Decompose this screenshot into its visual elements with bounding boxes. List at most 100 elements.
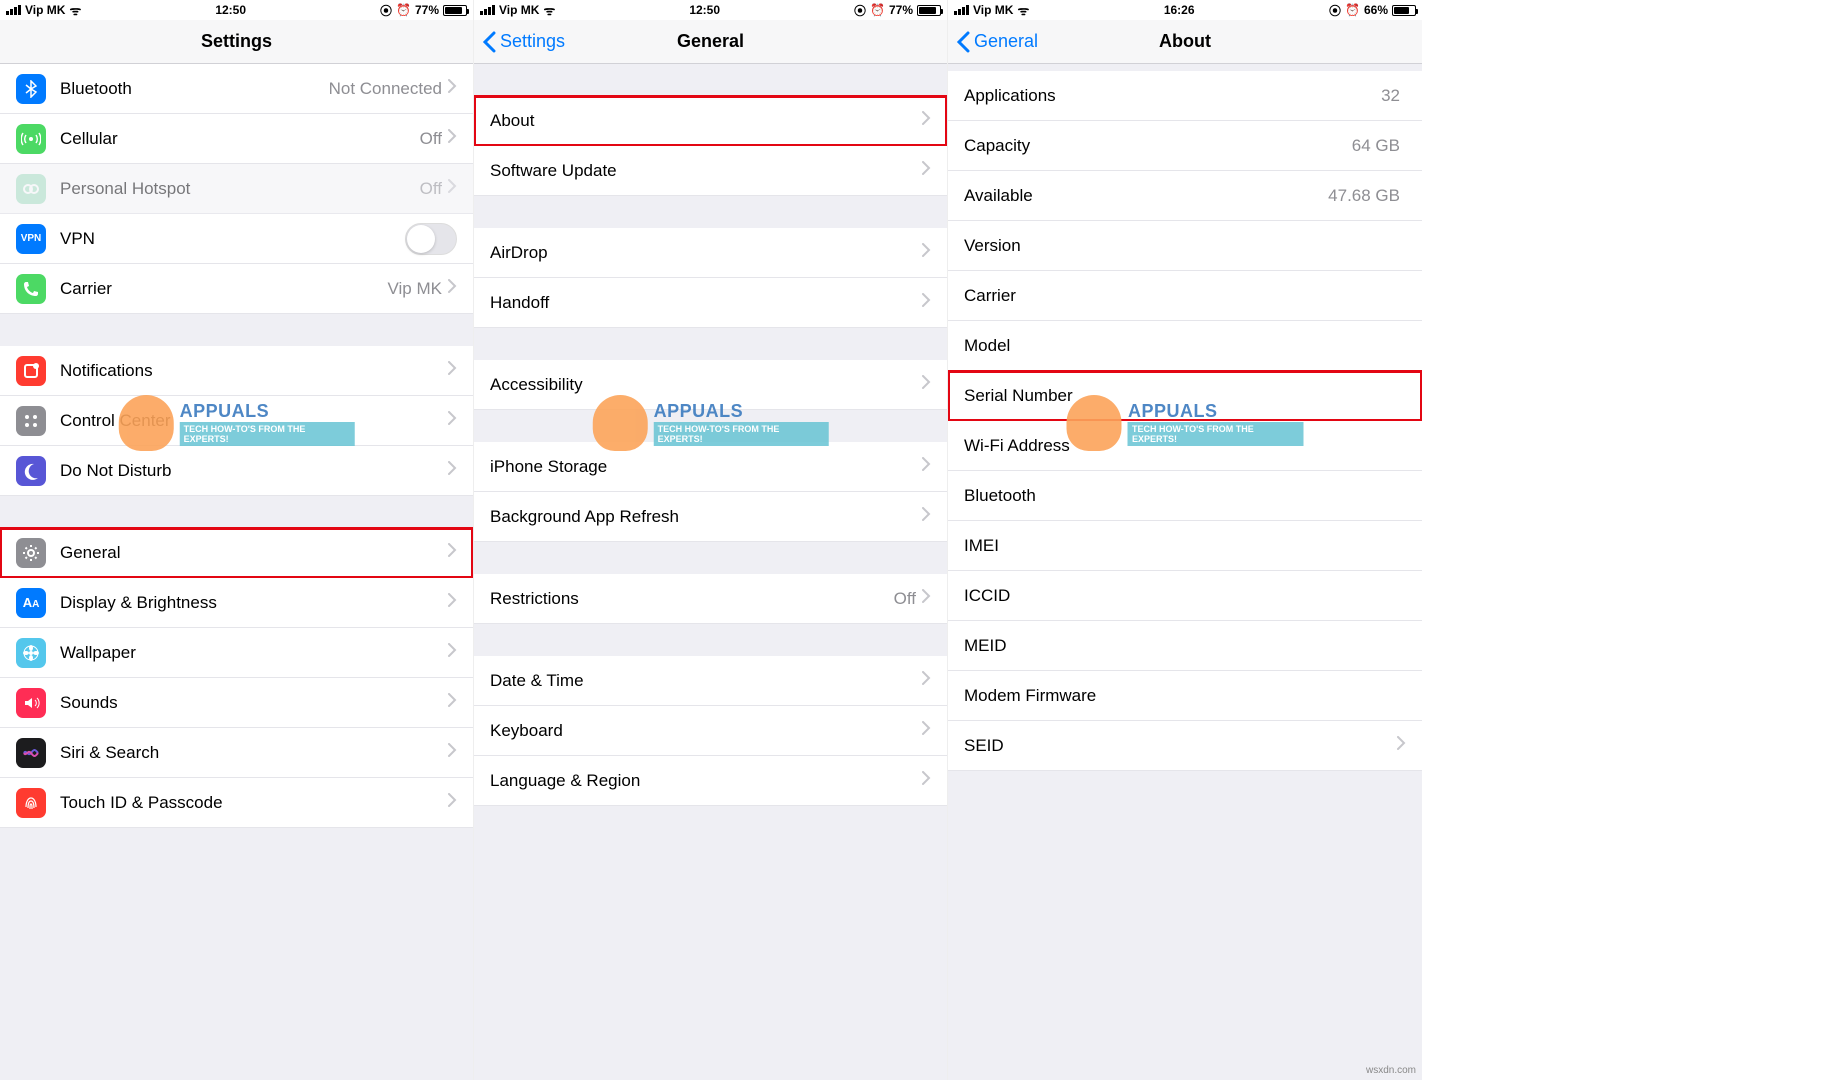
bluetooth-icon bbox=[16, 74, 46, 104]
chevron-right-icon bbox=[922, 293, 931, 312]
row-label: Version bbox=[964, 236, 1406, 256]
row-cellular[interactable]: CellularOff bbox=[0, 114, 473, 164]
row-handoff[interactable]: Handoff bbox=[474, 278, 947, 328]
row-meid[interactable]: MEID bbox=[948, 621, 1422, 671]
alarm-icon: ⏰ bbox=[870, 3, 885, 17]
phone-icon bbox=[16, 274, 46, 304]
lock-icon: ⦿ bbox=[854, 2, 866, 19]
row-label: Language & Region bbox=[490, 771, 922, 791]
row-vpn[interactable]: VPNVPN bbox=[0, 214, 473, 264]
row-label: Notifications bbox=[60, 361, 448, 381]
row-value: Off bbox=[894, 589, 916, 609]
row-carrier[interactable]: CarrierVip MK bbox=[0, 264, 473, 314]
chevron-right-icon bbox=[922, 589, 931, 608]
battery-pct: 77% bbox=[415, 3, 439, 17]
row-storage[interactable]: iPhone Storage bbox=[474, 442, 947, 492]
row-label: Accessibility bbox=[490, 375, 922, 395]
alarm-icon: ⏰ bbox=[396, 3, 411, 17]
row-label: General bbox=[60, 543, 448, 563]
row-label: VPN bbox=[60, 229, 405, 249]
row-wifi-addr[interactable]: Wi-Fi Address bbox=[948, 421, 1422, 471]
row-version[interactable]: Version bbox=[948, 221, 1422, 271]
back-button[interactable]: General bbox=[956, 31, 1038, 53]
chevron-right-icon bbox=[448, 361, 457, 380]
row-notifications[interactable]: Notifications bbox=[0, 346, 473, 396]
row-value: Vip MK bbox=[388, 279, 443, 299]
row-keyboard[interactable]: Keyboard bbox=[474, 706, 947, 756]
alarm-icon: ⏰ bbox=[1345, 3, 1360, 17]
row-hotspot[interactable]: Personal HotspotOff bbox=[0, 164, 473, 214]
hotspot-icon bbox=[16, 174, 46, 204]
row-available[interactable]: Available47.68 GB bbox=[948, 171, 1422, 221]
row-software-update[interactable]: Software Update bbox=[474, 146, 947, 196]
control-center-icon bbox=[16, 406, 46, 436]
section-gap bbox=[0, 314, 473, 346]
row-label: Do Not Disturb bbox=[60, 461, 448, 481]
chevron-right-icon bbox=[1397, 736, 1406, 755]
row-label: Serial Number bbox=[964, 386, 1406, 406]
row-about-carrier[interactable]: Carrier bbox=[948, 271, 1422, 321]
row-label: Background App Refresh bbox=[490, 507, 922, 527]
display-icon: AA bbox=[16, 588, 46, 618]
wifi-icon: ᯤ bbox=[69, 1, 81, 19]
settings-list[interactable]: BluetoothNot ConnectedCellularOffPersona… bbox=[0, 64, 473, 1080]
row-bluetooth[interactable]: BluetoothNot Connected bbox=[0, 64, 473, 114]
row-label: Wi-Fi Address bbox=[964, 436, 1406, 456]
row-capacity[interactable]: Capacity64 GB bbox=[948, 121, 1422, 171]
row-imei[interactable]: IMEI bbox=[948, 521, 1422, 571]
signal-icon bbox=[954, 5, 969, 15]
gear-icon bbox=[16, 538, 46, 568]
row-applications[interactable]: Applications32 bbox=[948, 71, 1422, 121]
row-about[interactable]: About bbox=[474, 96, 947, 146]
siri-icon bbox=[16, 738, 46, 768]
row-iccid[interactable]: ICCID bbox=[948, 571, 1422, 621]
row-bt-addr[interactable]: Bluetooth bbox=[948, 471, 1422, 521]
row-general[interactable]: General bbox=[0, 528, 473, 578]
row-label: Control Center bbox=[60, 411, 448, 431]
chevron-right-icon bbox=[448, 593, 457, 612]
row-label: Carrier bbox=[60, 279, 388, 299]
section-gap bbox=[474, 410, 947, 442]
row-accessibility[interactable]: Accessibility bbox=[474, 360, 947, 410]
chevron-right-icon bbox=[922, 375, 931, 394]
row-sounds[interactable]: Sounds bbox=[0, 678, 473, 728]
row-display[interactable]: AA Display & Brightness bbox=[0, 578, 473, 628]
row-label: Bluetooth bbox=[964, 486, 1406, 506]
row-label: About bbox=[490, 111, 922, 131]
lock-icon: ⦿ bbox=[1329, 2, 1341, 19]
row-control-center[interactable]: Control Center bbox=[0, 396, 473, 446]
row-label: Available bbox=[964, 186, 1328, 206]
row-restrictions[interactable]: RestrictionsOff bbox=[474, 574, 947, 624]
settings-list[interactable]: Applications32Capacity64 GBAvailable47.6… bbox=[948, 64, 1422, 1080]
settings-list[interactable]: About Software Update AirDropHandoff Access… bbox=[474, 64, 947, 1080]
row-date-time[interactable]: Date & Time bbox=[474, 656, 947, 706]
row-seid[interactable]: SEID bbox=[948, 721, 1422, 771]
row-label: Display & Brightness bbox=[60, 593, 448, 613]
row-modem[interactable]: Modem Firmware bbox=[948, 671, 1422, 721]
row-siri[interactable]: Siri & Search bbox=[0, 728, 473, 778]
chevron-right-icon bbox=[448, 461, 457, 480]
row-wallpaper[interactable]: Wallpaper bbox=[0, 628, 473, 678]
battery-pct: 77% bbox=[889, 3, 913, 17]
row-value: 32 bbox=[1381, 86, 1400, 106]
chevron-right-icon bbox=[448, 693, 457, 712]
back-button[interactable]: Settings bbox=[482, 31, 565, 53]
row-serial[interactable]: Serial Number bbox=[948, 371, 1422, 421]
row-label: Personal Hotspot bbox=[60, 179, 420, 199]
carrier-label: Vip MK bbox=[499, 3, 539, 17]
status-bar: Vip MK ᯤ16:26⦿ ⏰ 66% bbox=[948, 0, 1422, 20]
row-dnd[interactable]: Do Not Disturb bbox=[0, 446, 473, 496]
row-airdrop[interactable]: AirDrop bbox=[474, 228, 947, 278]
row-touchid[interactable]: Touch ID & Passcode bbox=[0, 778, 473, 828]
row-model[interactable]: Model bbox=[948, 321, 1422, 371]
cellular-icon bbox=[16, 124, 46, 154]
nav-title: About bbox=[1159, 31, 1211, 52]
chevron-right-icon bbox=[448, 643, 457, 662]
row-label: Capacity bbox=[964, 136, 1352, 156]
carrier-label: Vip MK bbox=[973, 3, 1013, 17]
nav-bar: Settings bbox=[0, 20, 473, 64]
row-background-refresh[interactable]: Background App Refresh bbox=[474, 492, 947, 542]
row-label: SEID bbox=[964, 736, 1397, 756]
row-language[interactable]: Language & Region bbox=[474, 756, 947, 806]
toggle-switch[interactable] bbox=[405, 223, 457, 255]
